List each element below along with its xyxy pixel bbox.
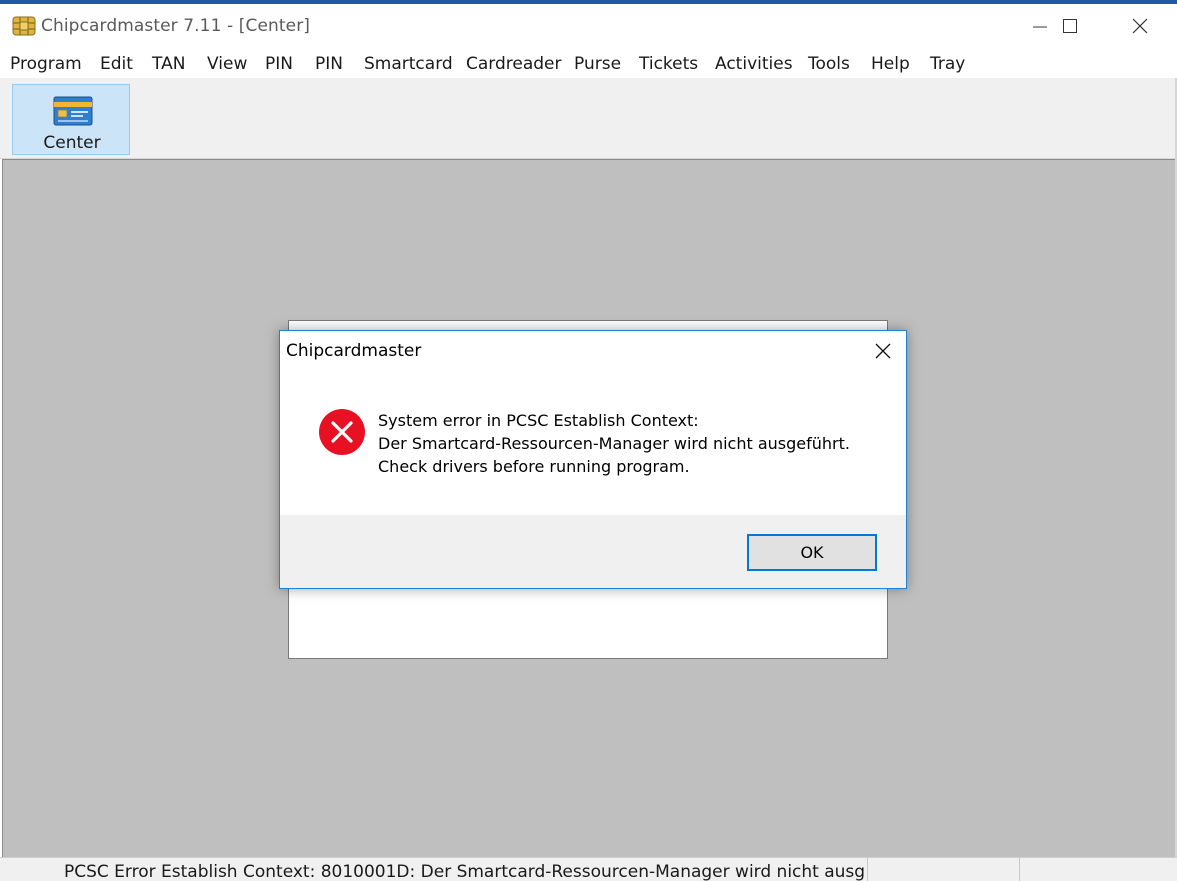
status-text: PCSC Error Establish Context: 8010001D: … bbox=[64, 862, 864, 881]
menu-bar: Program Edit TAN View PIN PIN Smartcard … bbox=[0, 48, 1177, 78]
center-toolbar-label: Center bbox=[43, 133, 101, 153]
ok-button[interactable]: OK bbox=[747, 534, 877, 571]
maximize-icon bbox=[1063, 19, 1077, 33]
dialog-message-line-2: Der Smartcard-Ressourcen-Manager wird ni… bbox=[378, 434, 850, 453]
dialog-message: System error in PCSC Establish Context: … bbox=[378, 409, 850, 478]
dialog-title: Chipcardmaster bbox=[286, 341, 422, 361]
menu-pin-2[interactable]: PIN bbox=[315, 54, 343, 74]
status-bar: PCSC Error Establish Context: 8010001D: … bbox=[0, 857, 1177, 881]
center-toolbar-button[interactable]: Center bbox=[12, 84, 130, 155]
status-panel-2 bbox=[868, 858, 1020, 881]
menu-tray[interactable]: Tray bbox=[930, 54, 965, 74]
menu-pin[interactable]: PIN bbox=[265, 54, 293, 74]
menu-tools[interactable]: Tools bbox=[808, 54, 850, 74]
smartcard-icon bbox=[53, 96, 93, 130]
dialog-footer: OK bbox=[280, 515, 906, 588]
menu-view[interactable]: View bbox=[207, 54, 247, 74]
toolbar: Center bbox=[0, 78, 1177, 159]
maximize-button[interactable] bbox=[1042, 4, 1100, 48]
dialog-message-line-1: System error in PCSC Establish Context: bbox=[378, 411, 699, 430]
title-bar[interactable]: Chipcardmaster 7.11 - [Center] bbox=[0, 4, 1177, 48]
error-icon bbox=[318, 408, 366, 460]
menu-tan[interactable]: TAN bbox=[152, 54, 185, 74]
menu-tickets[interactable]: Tickets bbox=[639, 54, 698, 74]
menu-smartcard[interactable]: Smartcard bbox=[364, 54, 453, 74]
menu-cardreader[interactable]: Cardreader bbox=[466, 54, 562, 74]
menu-help[interactable]: Help bbox=[871, 54, 910, 74]
close-icon bbox=[1132, 18, 1148, 34]
error-dialog: Chipcardmaster System error in PCSC Esta… bbox=[279, 330, 907, 589]
menu-edit[interactable]: Edit bbox=[100, 54, 133, 74]
menu-purse[interactable]: Purse bbox=[574, 54, 621, 74]
status-panel-3 bbox=[1020, 858, 1177, 881]
window-title: Chipcardmaster 7.11 - [Center] bbox=[41, 16, 311, 36]
close-icon bbox=[875, 343, 891, 359]
chip-icon bbox=[12, 14, 36, 38]
menu-program[interactable]: Program bbox=[10, 54, 82, 74]
close-window-button[interactable] bbox=[1112, 4, 1170, 48]
dialog-close-button[interactable] bbox=[862, 331, 906, 369]
menu-activities[interactable]: Activities bbox=[715, 54, 793, 74]
dialog-message-line-3: Check drivers before running program. bbox=[378, 457, 690, 476]
